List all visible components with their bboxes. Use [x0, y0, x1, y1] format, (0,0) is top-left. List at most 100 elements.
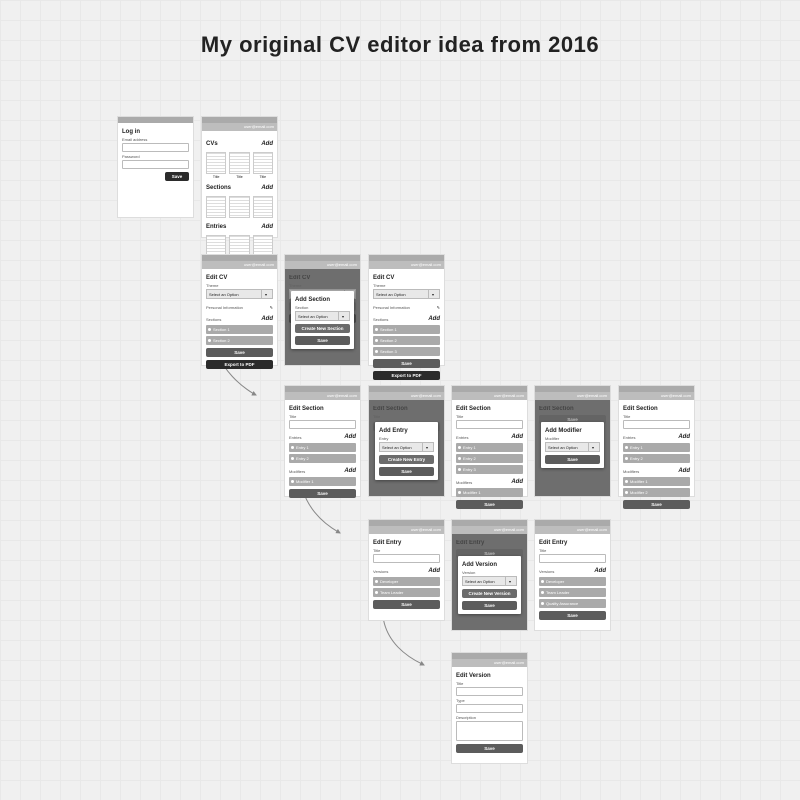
- export-button[interactable]: Export to PDF: [206, 360, 273, 369]
- title-field[interactable]: [289, 420, 356, 429]
- save-button[interactable]: Save: [165, 172, 189, 181]
- title-field[interactable]: [456, 687, 523, 696]
- save-button[interactable]: Save: [289, 489, 356, 498]
- chevron-down-icon: ▾: [422, 443, 431, 451]
- chevron-down-icon: ▾: [261, 290, 270, 298]
- email-label: Email address: [122, 137, 189, 142]
- screen-edit-entry-1: user@email.com Edit Entry Title Versions…: [369, 520, 444, 620]
- list-item[interactable]: Entry 2: [456, 454, 523, 463]
- section-tiles[interactable]: [206, 196, 273, 218]
- entry-select[interactable]: Select an Option▾: [379, 442, 434, 452]
- screen-edit-section-3: user@email.com Edit Section Title Entrie…: [452, 386, 527, 496]
- add-entry-button[interactable]: Add: [678, 434, 690, 440]
- entry-tiles[interactable]: [206, 235, 273, 257]
- save-button[interactable]: Save: [539, 611, 606, 620]
- screen-edit-section-add-entry: user@email.com Edit Section Title Save A…: [369, 386, 444, 496]
- list-item[interactable]: Entry 1: [623, 443, 690, 452]
- screen-edit-cv-modal: user@email.com Edit CV Theme Select an O…: [285, 255, 360, 365]
- title-field[interactable]: [456, 420, 523, 429]
- screen-edit-cv-3: user@email.com Edit CV Theme Select an O…: [369, 255, 444, 365]
- add-version-modal: Add Version Version Select an Option▾ Cr…: [458, 556, 521, 614]
- export-button[interactable]: Export to PDF: [373, 371, 440, 380]
- title-field[interactable]: [373, 554, 440, 563]
- list-item[interactable]: Modifier 1: [289, 477, 356, 486]
- list-item[interactable]: Modifier 2: [623, 488, 690, 497]
- list-item[interactable]: Section 3: [373, 347, 440, 356]
- user-email[interactable]: user@email.com: [202, 123, 277, 131]
- screen-edit-section-add-modifier: user@email.com Edit Section Save Add Mod…: [535, 386, 610, 496]
- save-button[interactable]: Save: [623, 500, 690, 509]
- theme-select[interactable]: Select an Option▾: [206, 289, 273, 299]
- add-modifier-button[interactable]: Add: [678, 468, 690, 474]
- create-entry-button[interactable]: Create New Entry: [379, 455, 434, 464]
- title-field[interactable]: [623, 420, 690, 429]
- screen-edit-cv: user@email.com Edit CV Theme Select an O…: [202, 255, 277, 365]
- sections-label: Sections: [206, 317, 221, 322]
- save-button[interactable]: Save: [545, 455, 600, 464]
- save-button[interactable]: Save: [373, 600, 440, 609]
- list-item[interactable]: Entry 1: [456, 443, 523, 452]
- personal-info-link[interactable]: ✎: [270, 305, 273, 310]
- title-field[interactable]: [539, 554, 606, 563]
- add-version-button[interactable]: Add: [594, 568, 606, 574]
- list-item[interactable]: Developer: [539, 577, 606, 586]
- user-email[interactable]: user@email.com: [202, 261, 277, 269]
- password-field[interactable]: [122, 160, 189, 169]
- list-item[interactable]: Entry 3: [456, 465, 523, 474]
- create-section-button[interactable]: Create New Section: [295, 324, 350, 333]
- screen-edit-section-5: user@email.com Edit Section Title Entrie…: [619, 386, 694, 496]
- add-entry-button[interactable]: Add: [344, 434, 356, 440]
- list-item[interactable]: Team Leader: [539, 588, 606, 597]
- list-item[interactable]: Quality Assurance: [539, 599, 606, 608]
- personal-info-link[interactable]: ✎: [437, 305, 440, 310]
- add-cv-button[interactable]: Add: [261, 141, 273, 147]
- save-button[interactable]: Save: [462, 601, 517, 610]
- save-button[interactable]: Save: [295, 336, 350, 345]
- chevron-down-icon: ▾: [505, 577, 514, 585]
- list-item[interactable]: Modifier 1: [456, 488, 523, 497]
- add-section-button[interactable]: Add: [261, 185, 273, 191]
- user-email[interactable]: user@email.com: [285, 261, 360, 269]
- add-section-button[interactable]: Add: [261, 316, 273, 322]
- list-item[interactable]: Team Leader: [373, 588, 440, 597]
- add-version-button[interactable]: Add: [428, 568, 440, 574]
- list-item[interactable]: Entry 1: [289, 443, 356, 452]
- save-button[interactable]: Save: [456, 744, 523, 753]
- chevron-down-icon: ▾: [588, 443, 597, 451]
- add-modifier-button[interactable]: Add: [511, 479, 523, 485]
- list-item[interactable]: Modifier 1: [623, 477, 690, 486]
- description-textarea[interactable]: [456, 721, 523, 741]
- list-item[interactable]: Section 1: [373, 325, 440, 334]
- save-button[interactable]: Save: [456, 500, 523, 509]
- list-item[interactable]: Section 2: [206, 336, 273, 345]
- modal-select[interactable]: Select an Option▾: [295, 311, 350, 321]
- theme-select[interactable]: Select an Option▾: [373, 289, 440, 299]
- list-item[interactable]: Section 2: [373, 336, 440, 345]
- cv-tiles[interactable]: [206, 152, 273, 174]
- add-entry-button[interactable]: Add: [511, 434, 523, 440]
- sections-heading: Sections: [206, 185, 231, 191]
- email-field[interactable]: [122, 143, 189, 152]
- type-field[interactable]: [456, 704, 523, 713]
- version-select[interactable]: Select an Option▾: [462, 576, 517, 586]
- list-item[interactable]: Entry 2: [623, 454, 690, 463]
- edit-cv-heading: Edit CV: [289, 275, 356, 281]
- create-version-button[interactable]: Create New Version: [462, 589, 517, 598]
- add-modifier-button[interactable]: Add: [344, 468, 356, 474]
- theme-label: Theme: [206, 283, 273, 288]
- list-item[interactable]: Entry 2: [289, 454, 356, 463]
- add-entry-modal: Add Entry Entry Select an Option▾ Create…: [375, 422, 438, 480]
- edit-cv-heading: Edit CV: [206, 275, 273, 281]
- save-button[interactable]: Save: [373, 359, 440, 368]
- screen-login: Log in Email address Password Save: [118, 117, 193, 217]
- user-email[interactable]: user@email.com: [369, 261, 444, 269]
- save-button[interactable]: Save: [379, 467, 434, 476]
- add-entry-button[interactable]: Add: [261, 224, 273, 230]
- list-item[interactable]: Developer: [373, 577, 440, 586]
- list-item[interactable]: Section 1: [206, 325, 273, 334]
- save-button[interactable]: Save: [206, 348, 273, 357]
- personal-info-label: Personal Information: [206, 305, 243, 310]
- add-section-button[interactable]: Add: [428, 316, 440, 322]
- screen-edit-entry-3: user@email.com Edit Entry Title Versions…: [535, 520, 610, 630]
- modifier-select[interactable]: Select an Option▾: [545, 442, 600, 452]
